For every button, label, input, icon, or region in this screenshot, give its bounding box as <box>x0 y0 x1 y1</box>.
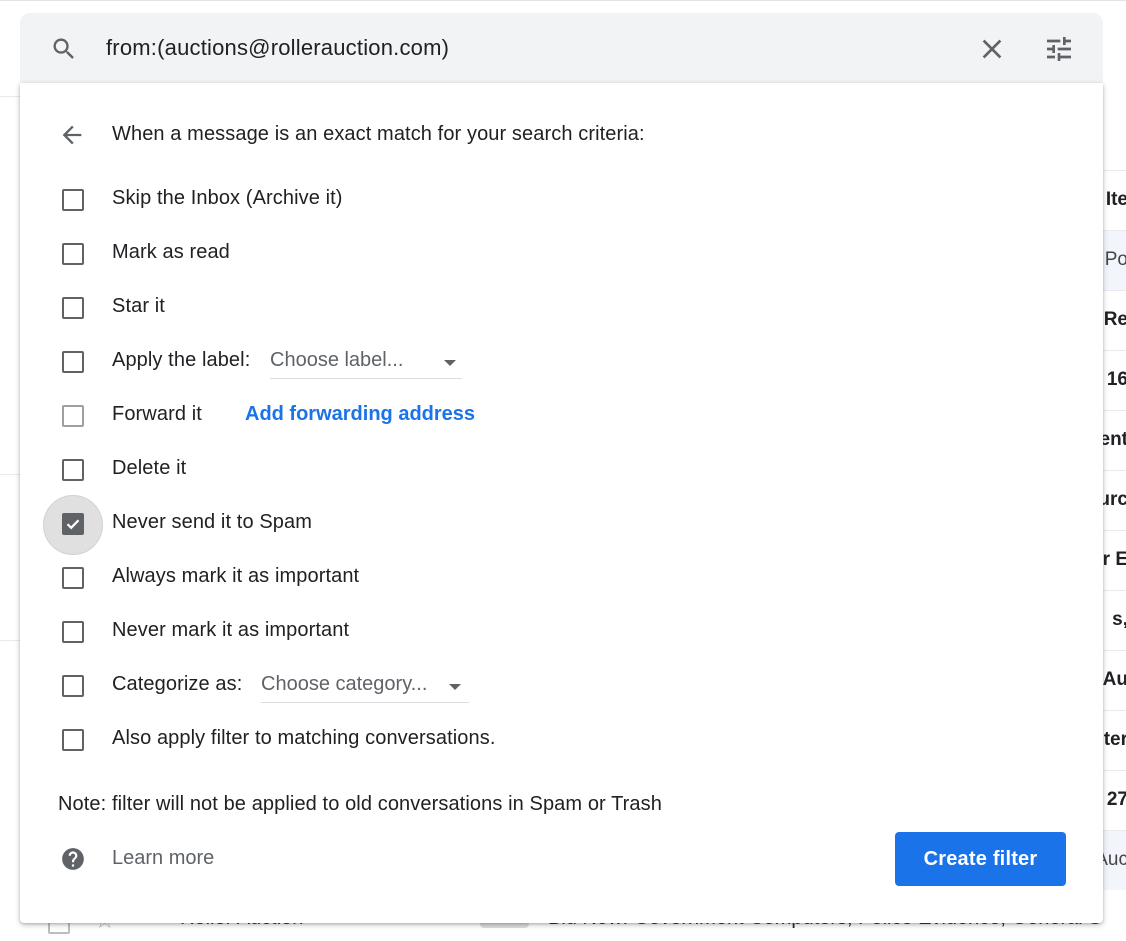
option-label: Skip the Inbox (Archive it) <box>112 187 343 209</box>
apply-to-matching-checkbox[interactable] <box>62 729 84 751</box>
category-select[interactable]: Choose category... <box>261 672 469 703</box>
option-label: Always mark it as important <box>112 565 360 587</box>
option-categorize[interactable]: Categorize as: Choose category... <box>20 668 1020 708</box>
forward-it-checkbox[interactable] <box>62 405 84 427</box>
filter-options-panel: When a message is an exact match for you… <box>20 83 1103 923</box>
background-row[interactable]: ent <box>1102 410 1126 470</box>
option-apply-label[interactable]: Apply the label: Choose label... <box>20 344 1020 384</box>
option-never-spam[interactable]: Never send it to Spam <box>20 495 1020 555</box>
background-row-text: Au <box>1102 669 1126 690</box>
background-row-text: ter <box>1103 729 1126 750</box>
background-divider <box>0 96 20 97</box>
background-row-text: Po <box>1104 249 1126 270</box>
option-label: Mark as read <box>112 241 230 263</box>
background-row-text: Re <box>1103 309 1126 330</box>
background-divider <box>0 640 20 641</box>
background-row-text: 16 <box>1106 369 1126 390</box>
background-row[interactable]: Po <box>1102 230 1126 290</box>
background-row-text: 27 <box>1106 789 1126 810</box>
option-label: Never mark it as important <box>112 619 350 641</box>
close-icon[interactable] <box>976 33 1008 65</box>
star-it-checkbox[interactable] <box>62 297 84 319</box>
background-row[interactable]: 27 <box>1102 770 1126 830</box>
option-apply-to-matching[interactable]: Also apply filter to matching conversati… <box>20 722 1020 762</box>
mark-as-read-checkbox[interactable] <box>62 243 84 265</box>
background-row[interactable]: s, <box>1102 590 1126 650</box>
category-select-value: Choose category... <box>261 673 428 695</box>
create-filter-button[interactable]: Create filter <box>895 832 1066 886</box>
background-row[interactable]: 16 <box>1102 350 1126 410</box>
background-divider <box>0 474 20 475</box>
chevron-down-icon <box>444 360 456 366</box>
search-input[interactable]: from:(auctions@rollerauction.com) <box>106 35 449 61</box>
background-row-text: ent <box>1102 429 1126 450</box>
search-icon[interactable] <box>50 35 78 63</box>
option-mark-as-read[interactable]: Mark as read <box>20 236 1020 276</box>
never-spam-checkbox[interactable] <box>62 513 84 535</box>
arrow-back-icon[interactable] <box>58 121 86 149</box>
delete-it-checkbox[interactable] <box>62 459 84 481</box>
never-important-checkbox[interactable] <box>62 621 84 643</box>
always-important-checkbox[interactable] <box>62 567 84 589</box>
search-bar[interactable]: from:(auctions@rollerauction.com) <box>20 13 1103 83</box>
background-row-text: urc <box>1102 489 1126 510</box>
checkmark-icon <box>66 519 80 530</box>
add-forwarding-address-link[interactable]: Add forwarding address <box>245 403 475 426</box>
background-row[interactable]: urc <box>1102 470 1126 530</box>
option-skip-inbox[interactable]: Skip the Inbox (Archive it) <box>20 182 1020 222</box>
option-star-it[interactable]: Star it <box>20 290 1020 330</box>
help-icon[interactable] <box>60 846 86 872</box>
filter-note: Note: filter will not be applied to old … <box>58 793 662 815</box>
option-label: Apply the label: <box>112 349 251 371</box>
apply-label-checkbox[interactable] <box>62 351 84 373</box>
background-row[interactable]: Au <box>1102 650 1126 710</box>
background-row[interactable]: ter <box>1102 710 1126 770</box>
background-row-text: s, <box>1112 609 1126 630</box>
background-row[interactable]: r E <box>1102 530 1126 590</box>
tune-icon[interactable] <box>1042 33 1076 65</box>
learn-more-link[interactable]: Learn more <box>112 847 214 870</box>
label-select[interactable]: Choose label... <box>270 348 462 379</box>
option-label: Categorize as: <box>112 673 243 695</box>
option-never-important[interactable]: Never mark it as important <box>20 614 1020 654</box>
background-row[interactable]: Re <box>1102 290 1126 350</box>
option-always-important[interactable]: Always mark it as important <box>20 560 1020 600</box>
background-row-text: Auc <box>1102 849 1126 870</box>
criteria-heading: When a message is an exact match for you… <box>112 123 645 145</box>
label-select-value: Choose label... <box>270 349 404 371</box>
background-row[interactable]: Auc <box>1102 830 1126 890</box>
background-top-line <box>0 0 1126 1</box>
background-row[interactable]: Ite <box>1102 170 1126 230</box>
option-label: Also apply filter to matching conversati… <box>112 727 496 749</box>
background-email-list: Ite Po Re 16 ent urc r E s, Au ter 27 Au… <box>1102 170 1126 890</box>
option-label: Delete it <box>112 457 187 479</box>
categorize-checkbox[interactable] <box>62 675 84 697</box>
option-label: Never send it to Spam <box>112 511 312 533</box>
option-label: Star it <box>112 295 165 317</box>
skip-inbox-checkbox[interactable] <box>62 189 84 211</box>
chevron-down-icon <box>449 684 461 690</box>
option-forward-it[interactable]: Forward it Add forwarding address <box>20 398 1020 438</box>
background-row-text: Ite <box>1105 189 1126 210</box>
background-row-text: r E <box>1102 549 1126 570</box>
option-label: Forward it <box>112 403 202 425</box>
option-delete-it[interactable]: Delete it <box>20 452 1020 492</box>
